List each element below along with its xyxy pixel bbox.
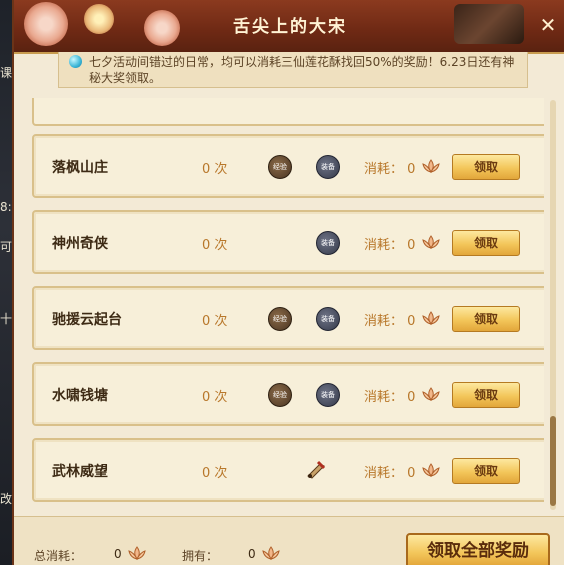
exp-reward-icon[interactable]: 经验 [268, 383, 292, 407]
claim-button[interactable]: 领取 [452, 382, 520, 408]
equipment-reward-icon[interactable]: 装备 [316, 307, 340, 331]
equipment-reward-icon[interactable]: 装备 [316, 231, 340, 255]
equipment-reward-icon[interactable]: 装备 [316, 383, 340, 407]
lotus-cake-icon [422, 311, 440, 325]
reputation-reward-icon[interactable] [304, 458, 328, 482]
background-text: 十 [0, 312, 13, 326]
background-text: 课 [0, 66, 13, 80]
activity-name: 神州奇侠 [52, 236, 108, 252]
close-button[interactable]: ✕ [538, 15, 558, 35]
footer-bar: 总消耗： 0 拥有： 0 领取全部奖励 [14, 516, 564, 565]
list-item: 武林威望 0 次 消耗： 0 领取 [32, 438, 544, 502]
cost-label: 消耗： 0 [364, 466, 416, 481]
notice-banner: 七夕活动间错过的日常，均可以消耗三仙莲花酥找回50%的奖励！6.23日还有神秘大… [58, 52, 528, 88]
cost-label: 消耗： 0 [364, 390, 416, 405]
background-text: 可 [0, 240, 13, 254]
completion-count: 0 次 [202, 162, 228, 177]
exp-reward-icon[interactable]: 经验 [268, 307, 292, 331]
notice-text: 七夕活动间错过的日常，均可以消耗三仙莲花酥找回50%的奖励！6.23日还有神秘大… [89, 55, 515, 85]
completion-count: 0 次 [202, 390, 228, 405]
activity-name: 驰援云起台 [52, 312, 122, 328]
total-cost-label: 总消耗： [34, 549, 83, 563]
diamond-icon [69, 55, 82, 68]
lotus-cake-icon [422, 463, 440, 477]
event-window: 舌尖上的大宋 ✕ 七夕活动间错过的日常，均可以消耗三仙莲花酥找回50%的奖励！6… [12, 0, 564, 565]
lotus-cake-icon [422, 235, 440, 249]
owned-label: 拥有： [182, 549, 219, 563]
list-item [32, 98, 544, 126]
window-title: 舌尖上的大宋 [233, 17, 347, 37]
lotus-cake-icon [422, 387, 440, 401]
list-item: 落枫山庄 0 次 经验 装备 消耗： 0 领取 [32, 134, 544, 198]
title-bar: 舌尖上的大宋 ✕ [14, 0, 564, 54]
activity-list[interactable]: 落枫山庄 0 次经验 装备 消耗： 0 领取 神州奇侠 0 次装备 消耗： 0 领取 驰援云起台 0… [24, 98, 544, 512]
lotus-cake-icon [422, 159, 440, 173]
exp-reward-icon[interactable]: 经验 [268, 155, 292, 179]
completion-count: 0 次 [202, 466, 228, 481]
background-text: 改 [0, 492, 13, 506]
lotus-cake-icon [128, 546, 146, 560]
activity-name: 武林威望 [52, 464, 108, 480]
list-item: 水啸钱塘 0 次 经验 装备 消耗： 0 领取 [32, 362, 544, 426]
list-item: 神州奇侠 0 次 装备 消耗： 0 领取 [32, 210, 544, 274]
claim-button[interactable]: 领取 [452, 230, 520, 256]
cost-label: 消耗： 0 [364, 314, 416, 329]
total-cost-value: 0 [114, 547, 122, 561]
scrollbar[interactable] [550, 100, 556, 510]
claim-button[interactable]: 领取 [452, 306, 520, 332]
equipment-reward-icon[interactable]: 装备 [316, 155, 340, 179]
list-item: 驰援云起台 0 次 经验 装备 消耗： 0 领取 [32, 286, 544, 350]
scrollbar-thumb[interactable] [550, 416, 556, 506]
cost-label: 消耗： 0 [364, 162, 416, 177]
close-icon: ✕ [539, 13, 557, 37]
owned-value: 0 [248, 547, 256, 561]
completion-count: 0 次 [202, 314, 228, 329]
lotus-cake-icon [262, 546, 280, 560]
completion-count: 0 次 [202, 238, 228, 253]
cost-label: 消耗： 0 [364, 238, 416, 253]
background-text: 8: [0, 200, 12, 214]
claim-button[interactable]: 领取 [452, 458, 520, 484]
claim-all-button[interactable]: 领取全部奖励 [406, 533, 550, 565]
claim-button[interactable]: 领取 [452, 154, 520, 180]
activity-name: 水啸钱塘 [52, 388, 108, 404]
activity-name: 落枫山庄 [52, 160, 108, 176]
